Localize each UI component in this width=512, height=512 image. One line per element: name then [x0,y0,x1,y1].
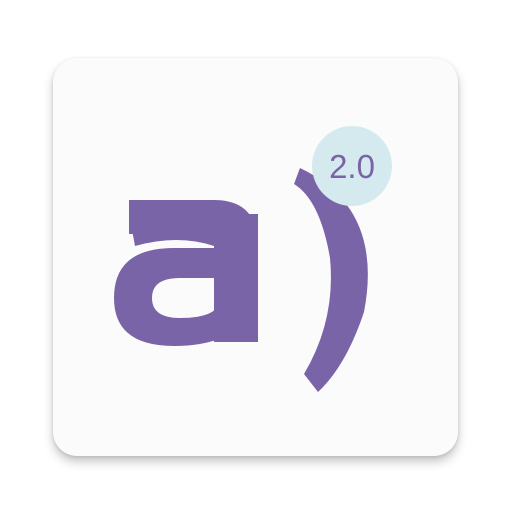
app-icon-canvas: 2.0 [0,0,512,512]
ai-logo-icon: 2.0 [114,126,392,392]
version-badge: 2.0 [312,126,392,206]
version-badge-label: 2.0 [329,148,375,185]
letter-a-glyph [114,200,258,346]
